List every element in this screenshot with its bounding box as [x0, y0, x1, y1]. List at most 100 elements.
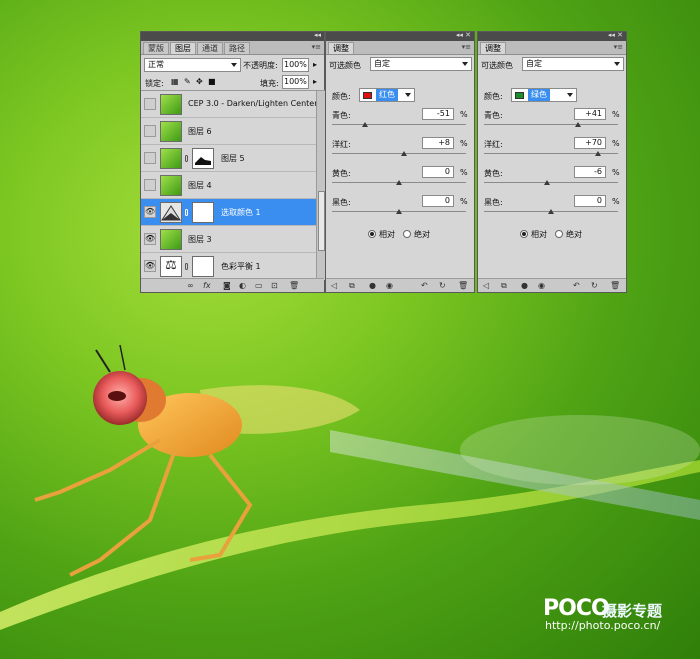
- scrollbar-thumb[interactable]: [318, 191, 325, 251]
- panel-titlebar[interactable]: ◂◂: [141, 31, 324, 41]
- color-select[interactable]: 绿色: [511, 88, 577, 102]
- opacity-arrow-icon[interactable]: ▸: [313, 60, 317, 69]
- back-icon[interactable]: ◁: [483, 281, 489, 290]
- mask-icon[interactable]: ◙: [223, 281, 231, 290]
- adjustment-icon[interactable]: ◐: [239, 281, 246, 290]
- color-label: 颜色:: [484, 92, 503, 101]
- absolute-radio[interactable]: [555, 230, 563, 238]
- preset-select[interactable]: 自定: [522, 57, 624, 71]
- link-icon[interactable]: [185, 209, 188, 216]
- collapse-icon[interactable]: ◂◂ ✕: [456, 31, 471, 39]
- layer-row[interactable]: 👁 ⚖ 色彩平衡 1: [141, 253, 323, 280]
- panel-menu-icon[interactable]: ▾≡: [462, 43, 471, 51]
- panel-titlebar[interactable]: ◂◂ ✕: [478, 31, 626, 41]
- previous-state-icon[interactable]: ↶: [421, 281, 428, 290]
- slider-value-field[interactable]: -6: [574, 166, 606, 178]
- relative-radio[interactable]: [520, 230, 528, 238]
- layer-row[interactable]: CEP 3.0 - Darken/Lighten Center: [141, 91, 323, 118]
- layer-row[interactable]: 图层 4: [141, 172, 323, 199]
- slider-value-field[interactable]: 0: [422, 166, 454, 178]
- group-icon[interactable]: ▭: [255, 281, 263, 290]
- lock-move-icon[interactable]: ✥: [196, 77, 203, 86]
- trash-icon[interactable]: 🗑: [289, 281, 299, 290]
- tab-layers[interactable]: 图层: [170, 42, 196, 54]
- layer-row[interactable]: 图层 6: [141, 118, 323, 145]
- slider-label: 青色:: [332, 111, 351, 120]
- visibility-toggle[interactable]: [144, 125, 156, 137]
- previous-state-icon[interactable]: ↶: [573, 281, 580, 290]
- slider-value-field[interactable]: 0: [574, 195, 606, 207]
- slider-value-field[interactable]: +8: [422, 137, 454, 149]
- eye-icon[interactable]: ◉: [538, 281, 545, 290]
- slider-thumb[interactable]: [548, 209, 554, 214]
- eye-icon[interactable]: ◉: [386, 281, 393, 290]
- slider-track[interactable]: [484, 124, 618, 125]
- visibility-toggle[interactable]: [144, 152, 156, 164]
- trash-icon[interactable]: 🗑: [610, 281, 620, 290]
- collapse-icon[interactable]: ◂◂: [314, 31, 321, 39]
- slider-value-field[interactable]: +70: [574, 137, 606, 149]
- new-layer-icon[interactable]: ⊡: [271, 281, 278, 290]
- color-select[interactable]: 红色: [359, 88, 415, 102]
- lock-all-icon[interactable]: ■: [208, 77, 216, 86]
- slider-thumb[interactable]: [361, 122, 368, 127]
- collapse-icon[interactable]: ◂◂ ✕: [608, 31, 623, 39]
- layer-row[interactable]: 👁 图层 3: [141, 226, 323, 253]
- clip-icon[interactable]: ●: [369, 281, 376, 290]
- layer-name: 图层 3: [188, 235, 212, 244]
- slider-thumb[interactable]: [396, 180, 402, 185]
- clip-icon[interactable]: ●: [521, 281, 528, 290]
- slider-value-field[interactable]: 0: [422, 195, 454, 207]
- back-icon[interactable]: ◁: [331, 281, 337, 290]
- balance-scale-icon: ⚖: [160, 256, 182, 277]
- visibility-toggle[interactable]: [144, 179, 156, 191]
- eye-icon[interactable]: 👁: [144, 233, 156, 245]
- slider-thumb[interactable]: [594, 151, 601, 156]
- expand-icon[interactable]: ⧉: [501, 281, 507, 291]
- panel-menu-icon[interactable]: ▾≡: [312, 43, 321, 51]
- fx-icon[interactable]: fx: [203, 281, 211, 290]
- slider-thumb[interactable]: [543, 180, 550, 185]
- reset-icon[interactable]: ↻: [439, 281, 446, 290]
- slider-thumb[interactable]: [401, 151, 408, 156]
- mask-shape-icon: [195, 157, 211, 165]
- tab-masks[interactable]: 蒙版: [143, 42, 169, 54]
- link-icon[interactable]: [185, 263, 188, 270]
- layer-thumbnail: [160, 121, 182, 142]
- opacity-field[interactable]: 100%: [282, 58, 309, 72]
- absolute-radio[interactable]: [403, 230, 411, 238]
- layer-list: CEP 3.0 - Darken/Lighten Center 图层 6 图层 …: [141, 90, 326, 280]
- panel-titlebar[interactable]: ◂◂ ✕: [326, 31, 474, 41]
- reset-icon[interactable]: ↻: [591, 281, 598, 290]
- link-icon[interactable]: ∞: [187, 281, 194, 290]
- tab-adjustments[interactable]: 调整: [328, 42, 354, 54]
- fill-field[interactable]: 100%: [282, 75, 309, 89]
- slider-value-field[interactable]: -51: [422, 108, 454, 120]
- preset-select[interactable]: 自定: [370, 57, 472, 71]
- lock-transparent-icon[interactable]: ▦: [171, 77, 179, 86]
- slider-thumb[interactable]: [396, 209, 402, 214]
- expand-icon[interactable]: ⧉: [349, 281, 355, 291]
- slider-thumb[interactable]: [575, 122, 582, 127]
- color-value: 绿色: [528, 89, 550, 101]
- visibility-toggle[interactable]: [144, 98, 156, 110]
- trash-icon[interactable]: 🗑: [458, 281, 468, 290]
- tab-paths[interactable]: 路径: [224, 42, 250, 54]
- adjust-bottom-toolbar: ◁ ⧉ ● ◉ ↶ ↻ 🗑: [478, 278, 626, 292]
- panel-menu-icon[interactable]: ▾≡: [614, 43, 623, 51]
- tab-channels[interactable]: 通道: [197, 42, 223, 54]
- layer-row-selected[interactable]: 👁 选取颜色 1: [141, 199, 323, 226]
- eye-icon[interactable]: 👁: [144, 260, 156, 272]
- blend-mode-select[interactable]: 正常: [144, 58, 241, 72]
- slider-track[interactable]: [484, 182, 618, 183]
- layer-row[interactable]: 图层 5: [141, 145, 323, 172]
- lock-brush-icon[interactable]: ✎: [184, 77, 191, 86]
- slider-track[interactable]: [332, 124, 466, 125]
- eye-icon[interactable]: 👁: [144, 206, 156, 218]
- relative-radio[interactable]: [368, 230, 376, 238]
- slider-value-field[interactable]: +41: [574, 108, 606, 120]
- tab-adjustments[interactable]: 调整: [480, 42, 506, 54]
- link-icon[interactable]: [185, 155, 188, 162]
- slider-track[interactable]: [332, 153, 466, 154]
- fill-arrow-icon[interactable]: ▸: [313, 77, 317, 86]
